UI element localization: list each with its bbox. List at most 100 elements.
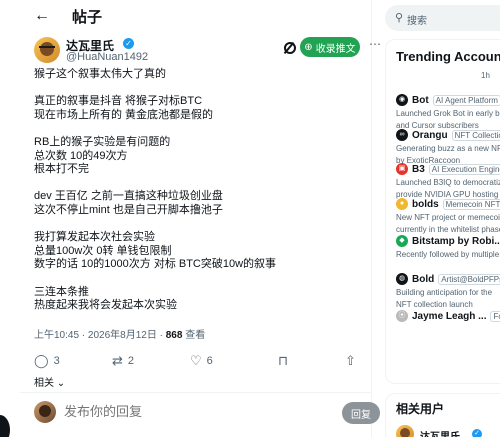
post-author: 达瓦里氏 ✓ @HuaNuan1492 ⊕ 收录推文 ⋯ bbox=[34, 37, 381, 65]
top-bar: ← 帖子 bbox=[20, 0, 371, 32]
reply-action[interactable]: ◯ 3 bbox=[34, 353, 60, 369]
like-count: 6 bbox=[206, 355, 213, 367]
post-line: 真正的叙事是抖音 将猴子对标BTC bbox=[34, 95, 203, 108]
like-action[interactable]: ♡ 6 bbox=[190, 353, 213, 369]
search-placeholder: 搜索 bbox=[407, 16, 427, 27]
post-line: 我打算发起本次社会实验 bbox=[34, 231, 155, 244]
account-name: Jayme Leagh ... bbox=[412, 310, 487, 322]
post-meta: 上午10:45 · 2026年8月12日 · 868 查看 bbox=[34, 326, 205, 341]
account-name: Bold bbox=[412, 273, 435, 285]
trending-account-item[interactable]: ∞ OranguNFT Collection Generating buzz as … bbox=[396, 128, 500, 166]
share-action[interactable]: ⇧ bbox=[345, 353, 356, 369]
trending-account-header: ◉ Bot AI Agent Platform bbox=[396, 93, 500, 107]
heart-icon: ♡ bbox=[190, 353, 202, 368]
trending-title: Trending Account bbox=[396, 49, 500, 64]
account-logo-icon: ▣ bbox=[396, 163, 408, 175]
trending-account-header: ● boldsMemecoin NFT C bbox=[396, 197, 500, 211]
account-name: B3 bbox=[412, 163, 425, 175]
page-title: 帖子 bbox=[72, 8, 103, 26]
related-user-name[interactable]: 达瓦里氏 bbox=[420, 428, 460, 437]
account-name: bolds bbox=[412, 198, 439, 210]
post-line: dev 王百亿 之前一直搞这种垃圾创业盘 bbox=[34, 190, 223, 203]
account-description: Launched B3IQ to democratize bbox=[396, 178, 500, 187]
reply-input[interactable] bbox=[64, 404, 264, 419]
trending-account-item[interactable]: ◉ Bot AI Agent Platform Launched Grok Bot i… bbox=[396, 93, 500, 131]
post-line: 热度起来我将会发起本次实验 bbox=[34, 299, 177, 312]
trending-time: 1h bbox=[481, 71, 490, 80]
post-line bbox=[34, 272, 364, 286]
bookmark-icon: ⊓ bbox=[278, 353, 289, 368]
trending-accounts-card: Trending Account 1h ◉ Bot AI Agent Platfor… bbox=[385, 39, 500, 384]
trending-account-item[interactable]: ⦿ Jayme Leagh ...Fol bbox=[396, 309, 500, 323]
trending-account-item[interactable]: ◆ Bitstamp by Robi... Recently followed by… bbox=[396, 234, 500, 260]
related-users-title: 相关用户 bbox=[396, 402, 445, 416]
comment-icon: ◯ bbox=[34, 353, 49, 368]
account-logo-icon: ◆ bbox=[396, 235, 408, 247]
post-line: 总量100w次 0转 单钱包限制 bbox=[34, 244, 172, 257]
account-description: New NFT project or memecoin bbox=[396, 213, 500, 222]
search-box[interactable]: ⚲ 搜索 bbox=[385, 5, 500, 31]
main-column: ← 帖子 达瓦里氏 ✓ @HuaNuan1492 ⊕ 收录推文 ⋯ 猴子这个叙事… bbox=[20, 0, 381, 437]
trending-account-header: ◍ Bold Artist@BoldPFPs bbox=[396, 272, 500, 286]
post-line: RB上的猴子实验是有问题的 bbox=[34, 135, 171, 148]
account-logo-icon: ◍ bbox=[396, 273, 408, 285]
post-line: 三连本条推 bbox=[34, 285, 89, 298]
account-tag: AI Execution Engine bbox=[428, 163, 500, 175]
bookmark-tweet-button[interactable]: ⊕ 收录推文 bbox=[300, 37, 360, 57]
verified-badge-icon: ✓ bbox=[472, 429, 482, 437]
account-description: Building anticipation for the bbox=[396, 288, 493, 297]
divider bbox=[20, 392, 372, 393]
account-name: Orangu bbox=[412, 129, 448, 141]
related-user-avatar[interactable] bbox=[396, 425, 414, 437]
account-tag: Memecoin NFT C bbox=[442, 198, 500, 210]
author-handle[interactable]: @HuaNuan1492 bbox=[66, 51, 148, 63]
floating-button[interactable] bbox=[0, 415, 10, 437]
account-name: Bot bbox=[412, 94, 429, 106]
chevron-down-icon: ⌄ bbox=[54, 378, 66, 389]
search-icon: ⚲ bbox=[395, 12, 404, 24]
related-toggle[interactable]: 相关 ⌄ bbox=[34, 374, 65, 389]
grok-icon[interactable] bbox=[284, 42, 296, 54]
my-avatar bbox=[34, 401, 56, 423]
view-count: 868 bbox=[165, 330, 183, 341]
views-label: 查看 bbox=[182, 330, 206, 341]
reply-button[interactable]: 回复 bbox=[342, 402, 380, 424]
account-tag: NFT Collection bbox=[451, 129, 500, 141]
repost-icon: ⇄ bbox=[112, 353, 123, 368]
account-tag: Fol bbox=[490, 310, 500, 322]
related-users-card: 相关用户 达瓦里氏 ✓ bbox=[385, 393, 500, 437]
post-line bbox=[34, 122, 364, 136]
right-sidebar: ⚲ 搜索 Trending Account 1h ◉ Bot AI Agent Pl… bbox=[385, 0, 500, 437]
account-tag: Artist@BoldPFPs bbox=[438, 273, 500, 285]
repost-action[interactable]: ⇄ 2 bbox=[112, 353, 134, 369]
repost-count: 2 bbox=[127, 355, 135, 367]
trending-account-item[interactable]: ◍ Bold Artist@BoldPFPs Building anticipatio… bbox=[396, 272, 500, 310]
post-line: 这次不停止mint 也是自己开脚本撸池子 bbox=[34, 203, 223, 216]
avatar[interactable] bbox=[34, 37, 60, 63]
bookmark-action[interactable]: ⊓ bbox=[278, 353, 288, 369]
trending-account-item[interactable]: ▣ B3 AI Execution Engine Launched B3IQ to d… bbox=[396, 162, 500, 200]
trending-account-header: ⦿ Jayme Leagh ...Fol bbox=[396, 309, 500, 323]
verified-badge-icon: ✓ bbox=[123, 38, 134, 49]
post-timestamp[interactable]: 上午10:45 · 2026年8月12日 · bbox=[34, 330, 166, 341]
account-description: Generating buzz as a new NFT bbox=[396, 144, 500, 153]
post-line bbox=[34, 177, 364, 191]
bookmark-tweet-label: 收录推文 bbox=[315, 43, 356, 55]
post-line: 数字的话 10的1000次方 对标 BTC突破10w的叙事 bbox=[34, 258, 277, 271]
post-line bbox=[34, 82, 364, 96]
back-arrow-icon[interactable]: ← bbox=[34, 8, 50, 24]
account-name: Bitstamp by Robi... bbox=[412, 235, 500, 247]
reply-count: 3 bbox=[53, 355, 60, 367]
trending-account-header: ▣ B3 AI Execution Engine bbox=[396, 162, 500, 176]
account-logo-icon: ● bbox=[396, 198, 408, 210]
account-logo-icon: ∞ bbox=[396, 129, 408, 141]
action-bar: ◯ 3 ⇄ 2 ♡ 6 ⊓ ⇧ bbox=[34, 353, 364, 369]
trending-account-item[interactable]: ● boldsMemecoin NFT C New NFT project or m… bbox=[396, 197, 500, 235]
account-description: Launched Grok Bot in early beta bbox=[396, 109, 500, 118]
plus-icon: ⊕ bbox=[304, 41, 313, 53]
more-options-icon[interactable]: ⋯ bbox=[369, 37, 381, 51]
related-label: 相关 bbox=[34, 378, 54, 389]
post-text: 猴子这个叙事太伟大了真的 真正的叙事是抖音 将猴子对标BTC 现在市场上所有的 黄金… bbox=[34, 68, 364, 313]
account-logo-icon: ◉ bbox=[396, 94, 408, 106]
trending-account-header: ◆ Bitstamp by Robi... bbox=[396, 234, 500, 248]
